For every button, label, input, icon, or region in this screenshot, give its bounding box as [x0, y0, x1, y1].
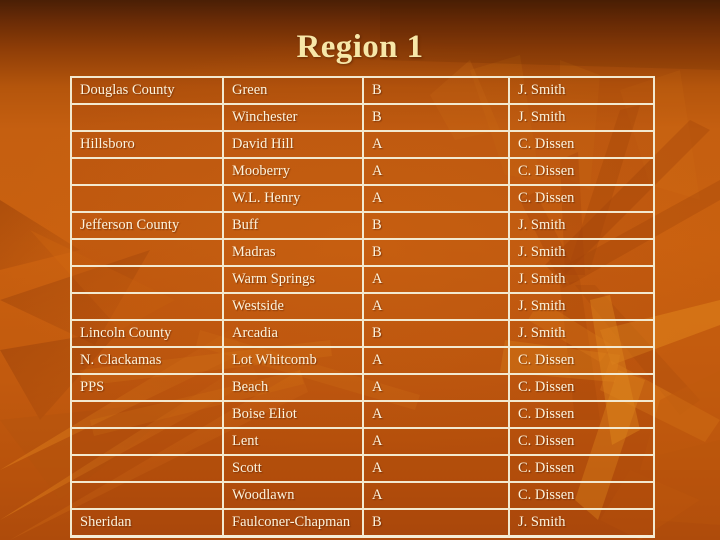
table-row: Warm Springs A J. Smith	[70, 265, 655, 292]
cell-district: Sheridan	[70, 508, 222, 538]
cell-grade: A	[362, 265, 508, 292]
cell-district	[70, 400, 222, 427]
cell-school: Scott	[222, 454, 362, 481]
cell-school: Mooberry	[222, 157, 362, 184]
cell-grade: A	[362, 373, 508, 400]
table-body: Douglas County Green B J. Smith Winchest…	[70, 76, 655, 538]
cell-school: Green	[222, 76, 362, 103]
cell-contact: C. Dissen	[508, 427, 655, 454]
table-row: Woodlawn A C. Dissen	[70, 481, 655, 508]
cell-school: Lot Whitcomb	[222, 346, 362, 373]
table-row: Mooberry A C. Dissen	[70, 157, 655, 184]
cell-school: Faulconer-Chapman	[222, 508, 362, 538]
cell-district: N. Clackamas	[70, 346, 222, 373]
cell-contact: J. Smith	[508, 508, 655, 538]
cell-school: Buff	[222, 211, 362, 238]
cell-school: Madras	[222, 238, 362, 265]
cell-contact: C. Dissen	[508, 130, 655, 157]
cell-contact: J. Smith	[508, 211, 655, 238]
table-row: Hillsboro David Hill A C. Dissen	[70, 130, 655, 157]
cell-contact: C. Dissen	[508, 481, 655, 508]
table-row: Lent A C. Dissen	[70, 427, 655, 454]
slide: Region 1 Douglas County Green B J. Smith…	[0, 0, 720, 540]
table-row: Madras B J. Smith	[70, 238, 655, 265]
table-row: N. Clackamas Lot Whitcomb A C. Dissen	[70, 346, 655, 373]
cell-district: Douglas County	[70, 76, 222, 103]
cell-district	[70, 157, 222, 184]
region-schools-table: Douglas County Green B J. Smith Winchest…	[70, 76, 655, 538]
cell-district	[70, 103, 222, 130]
cell-grade: B	[362, 319, 508, 346]
cell-grade: B	[362, 238, 508, 265]
cell-district: Hillsboro	[70, 130, 222, 157]
table-row: Scott A C. Dissen	[70, 454, 655, 481]
cell-contact: J. Smith	[508, 103, 655, 130]
cell-district: Lincoln County	[70, 319, 222, 346]
cell-district	[70, 265, 222, 292]
cell-district: Jefferson County	[70, 211, 222, 238]
cell-school: Warm Springs	[222, 265, 362, 292]
table-row: Sheridan Faulconer-Chapman B J. Smith	[70, 508, 655, 538]
cell-district: PPS	[70, 373, 222, 400]
cell-contact: C. Dissen	[508, 157, 655, 184]
cell-school: Winchester	[222, 103, 362, 130]
cell-contact: J. Smith	[508, 238, 655, 265]
cell-school: David Hill	[222, 130, 362, 157]
cell-contact: C. Dissen	[508, 184, 655, 211]
cell-contact: J. Smith	[508, 76, 655, 103]
cell-grade: A	[362, 454, 508, 481]
cell-district	[70, 481, 222, 508]
cell-school: W.L. Henry	[222, 184, 362, 211]
cell-grade: A	[362, 130, 508, 157]
cell-contact: C. Dissen	[508, 400, 655, 427]
table-row: Douglas County Green B J. Smith	[70, 76, 655, 103]
cell-contact: J. Smith	[508, 292, 655, 319]
cell-grade: A	[362, 346, 508, 373]
cell-grade: A	[362, 427, 508, 454]
cell-contact: J. Smith	[508, 319, 655, 346]
cell-grade: B	[362, 103, 508, 130]
cell-grade: A	[362, 292, 508, 319]
cell-school: Lent	[222, 427, 362, 454]
cell-grade: A	[362, 157, 508, 184]
cell-grade: A	[362, 184, 508, 211]
table-row: Winchester B J. Smith	[70, 103, 655, 130]
cell-contact: C. Dissen	[508, 454, 655, 481]
cell-contact: C. Dissen	[508, 373, 655, 400]
page-title: Region 1	[296, 29, 424, 65]
table-row: Jefferson County Buff B J. Smith	[70, 211, 655, 238]
cell-district	[70, 454, 222, 481]
cell-contact: C. Dissen	[508, 346, 655, 373]
cell-school: Beach	[222, 373, 362, 400]
table-row: W.L. Henry A C. Dissen	[70, 184, 655, 211]
cell-school: Woodlawn	[222, 481, 362, 508]
cell-district	[70, 238, 222, 265]
cell-district	[70, 427, 222, 454]
table-row: Lincoln County Arcadia B J. Smith	[70, 319, 655, 346]
cell-school: Westside	[222, 292, 362, 319]
table-row: Westside A J. Smith	[70, 292, 655, 319]
table-row: Boise Eliot A C. Dissen	[70, 400, 655, 427]
cell-school: Arcadia	[222, 319, 362, 346]
cell-grade: A	[362, 481, 508, 508]
cell-school: Boise Eliot	[222, 400, 362, 427]
cell-grade: B	[362, 508, 508, 538]
cell-district	[70, 184, 222, 211]
table-row: PPS Beach A C. Dissen	[70, 373, 655, 400]
cell-grade: A	[362, 400, 508, 427]
cell-district	[70, 292, 222, 319]
cell-contact: J. Smith	[508, 265, 655, 292]
cell-grade: B	[362, 211, 508, 238]
cell-grade: B	[362, 76, 508, 103]
